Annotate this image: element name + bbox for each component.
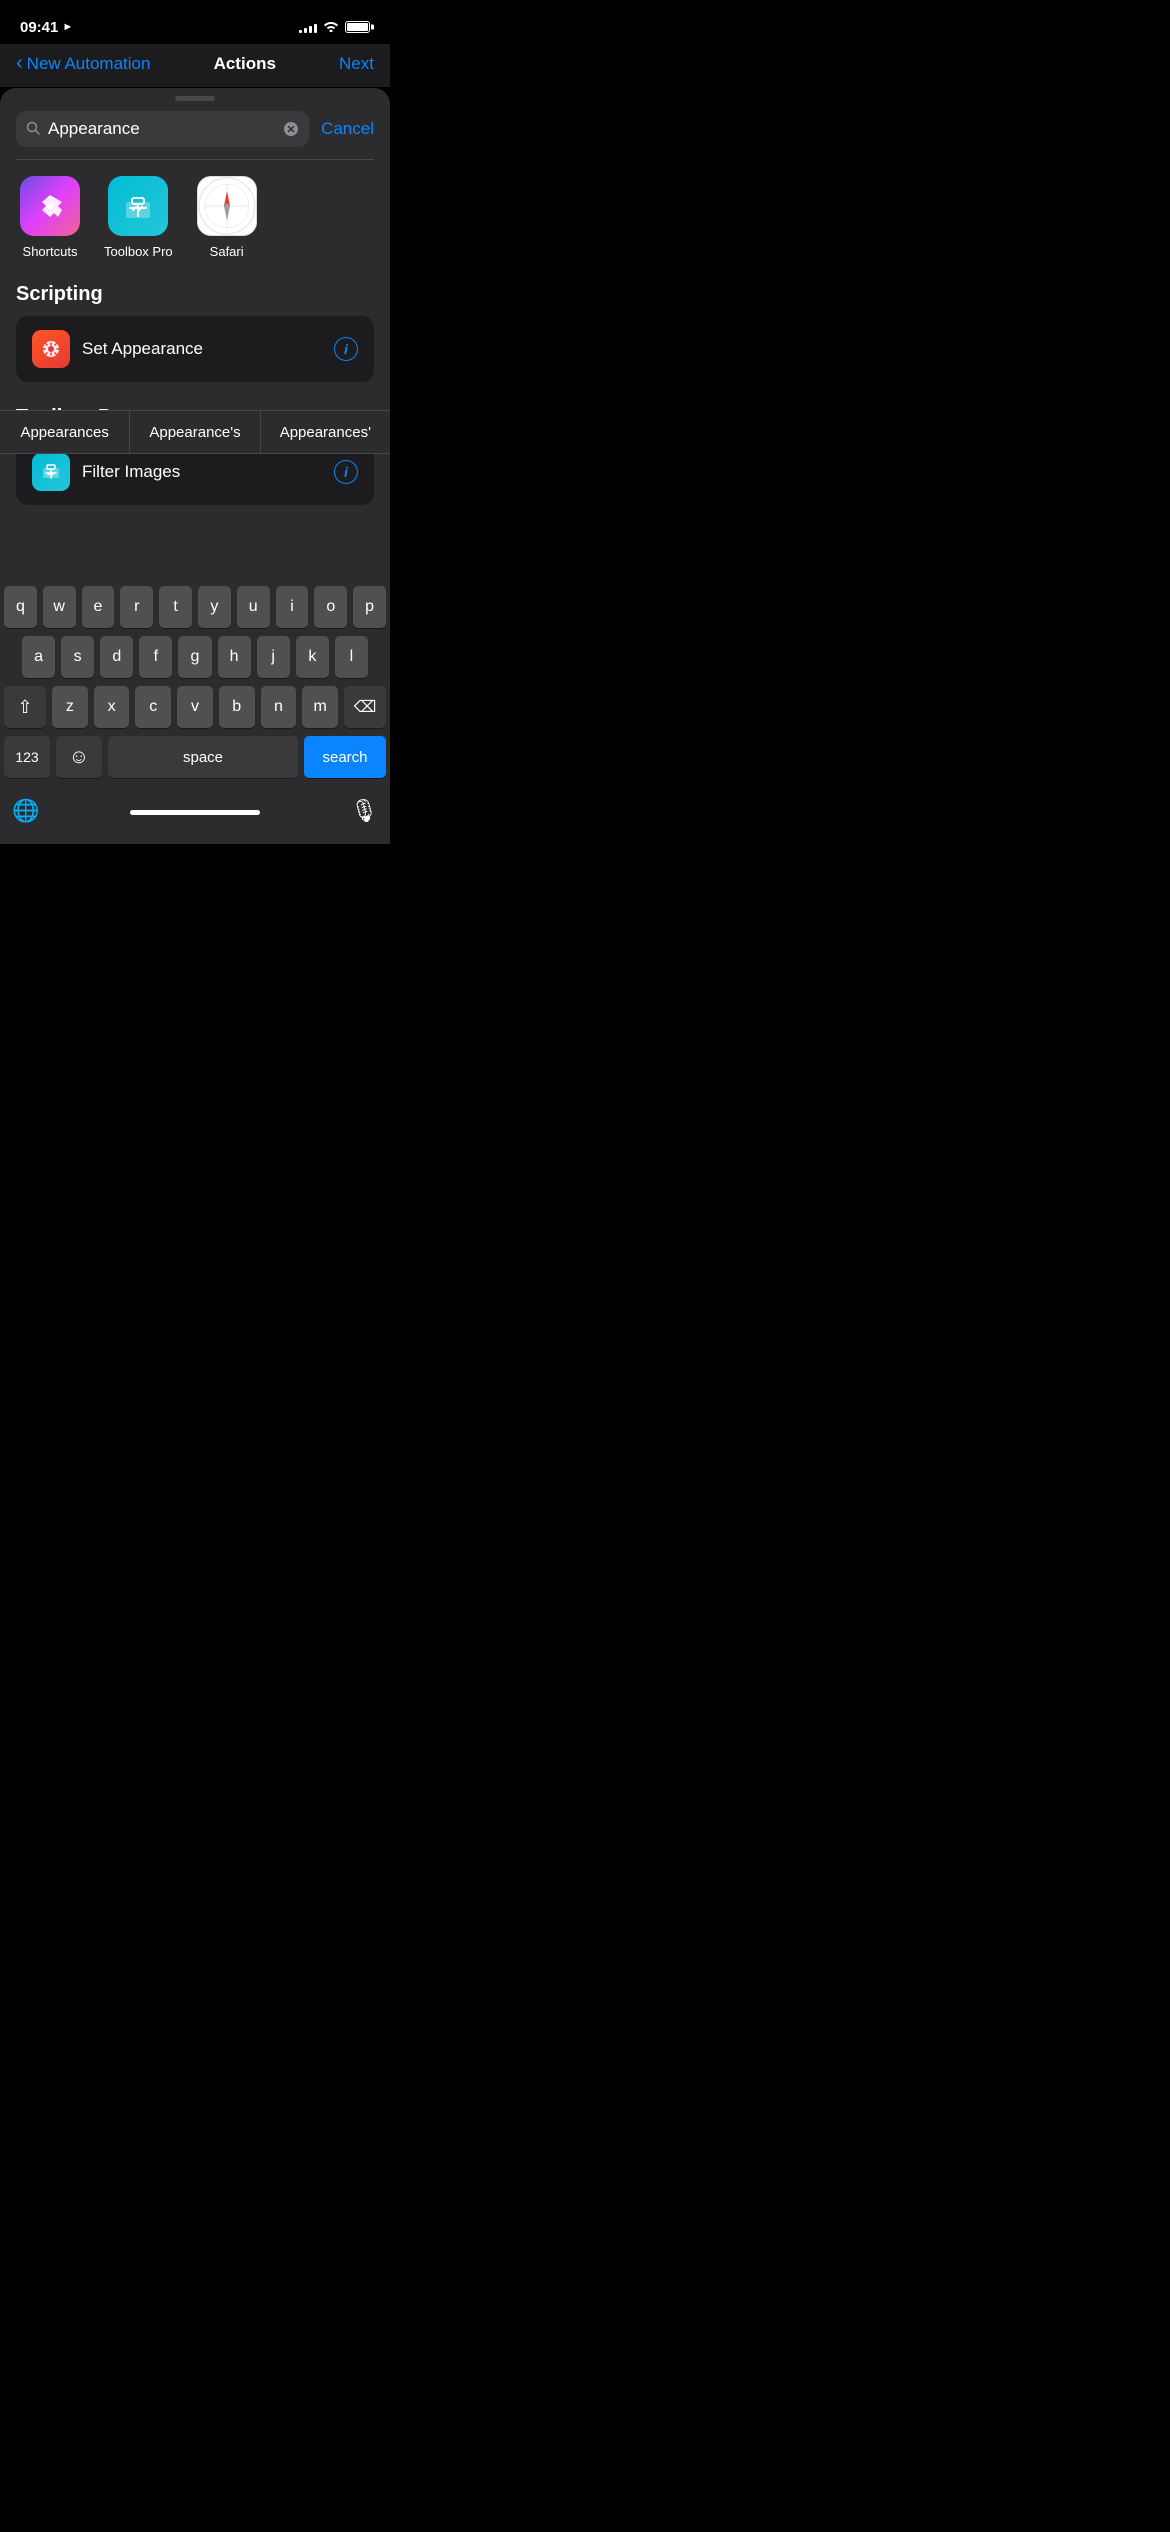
home-indicator: [130, 810, 260, 815]
autocomplete-row: Appearances Appearance's Appearances': [0, 410, 390, 454]
mic-key[interactable]: 🎙: [350, 790, 378, 832]
page-title: Actions: [214, 54, 276, 74]
wifi-icon: [323, 20, 339, 35]
location-icon: ►: [62, 21, 73, 33]
toolbox-icon: [108, 176, 168, 236]
key-d[interactable]: d: [100, 636, 133, 678]
safari-icon: [197, 176, 257, 236]
signal-bar-1: [299, 30, 302, 33]
key-y[interactable]: y: [198, 586, 231, 628]
key-j[interactable]: j: [257, 636, 290, 678]
autocomplete-appearances-apos[interactable]: Appearances': [261, 411, 390, 453]
keyboard-row-1: q w e r t y u i o p: [4, 586, 386, 628]
key-o[interactable]: o: [314, 586, 347, 628]
back-button[interactable]: ‹ New Automation: [16, 52, 150, 75]
filter-images-icon: [32, 453, 70, 491]
shift-key[interactable]: ⇧: [4, 686, 46, 728]
toolbox-label: Toolbox Pro: [104, 244, 173, 259]
set-appearance-row[interactable]: Set Appearance i: [16, 316, 374, 382]
key-f[interactable]: f: [139, 636, 172, 678]
filter-images-info-button[interactable]: i: [334, 460, 358, 484]
key-e[interactable]: e: [82, 586, 115, 628]
set-appearance-info-button[interactable]: i: [334, 337, 358, 361]
key-u[interactable]: u: [237, 586, 270, 628]
search-input-wrap[interactable]: [16, 111, 309, 147]
status-bar: 09:41 ►: [0, 0, 390, 44]
status-icons: [299, 20, 370, 35]
battery-icon: [345, 21, 370, 33]
app-shortcuts[interactable]: Shortcuts: [20, 176, 80, 259]
key-n[interactable]: n: [261, 686, 297, 728]
key-z[interactable]: z: [52, 686, 88, 728]
set-appearance-icon: [32, 330, 70, 368]
key-i[interactable]: i: [276, 586, 309, 628]
safari-label: Safari: [210, 244, 244, 259]
scripting-section-header: Scripting: [0, 275, 390, 316]
keyboard: q w e r t y u i o p a s d f g h j k l ⇧ …: [0, 578, 390, 844]
signal-bars: [299, 21, 317, 33]
search-input[interactable]: [48, 119, 275, 139]
filter-images-name: Filter Images: [82, 462, 180, 482]
key-m[interactable]: m: [302, 686, 338, 728]
nav-bar: ‹ New Automation Actions Next: [0, 44, 390, 87]
keyboard-row-4: 123 ☺ space search: [4, 736, 386, 778]
signal-bar-2: [304, 28, 307, 33]
keyboard-bottom-row: 🌐 🎙: [4, 786, 386, 840]
key-k[interactable]: k: [296, 636, 329, 678]
shortcuts-label: Shortcuts: [23, 244, 78, 259]
number-key[interactable]: 123: [4, 736, 50, 778]
key-q[interactable]: q: [4, 586, 37, 628]
status-time: 09:41 ►: [20, 19, 73, 36]
clear-button[interactable]: [283, 121, 299, 137]
key-s[interactable]: s: [61, 636, 94, 678]
key-h[interactable]: h: [218, 636, 251, 678]
search-key[interactable]: search: [304, 736, 386, 778]
key-p[interactable]: p: [353, 586, 386, 628]
key-c[interactable]: c: [135, 686, 171, 728]
signal-bar-3: [309, 26, 312, 33]
key-g[interactable]: g: [178, 636, 211, 678]
keyboard-row-3: ⇧ z x c v b n m ⌫: [4, 686, 386, 728]
battery-fill: [347, 23, 368, 31]
apps-row: Shortcuts Toolbox Pro: [0, 160, 390, 275]
search-container: Cancel: [0, 111, 390, 159]
next-button[interactable]: Next: [339, 54, 374, 74]
search-icon: [26, 121, 40, 138]
delete-key[interactable]: ⌫: [344, 686, 386, 728]
shortcuts-icon: [20, 176, 80, 236]
keyboard-row-2: a s d f g h j k l: [4, 636, 386, 678]
emoji-key[interactable]: ☺: [56, 736, 102, 778]
key-x[interactable]: x: [94, 686, 130, 728]
back-label[interactable]: New Automation: [27, 54, 151, 74]
globe-key[interactable]: 🌐: [12, 790, 39, 832]
sheet-handle: [175, 96, 215, 101]
autocomplete-appearances[interactable]: Appearances: [0, 411, 130, 453]
set-appearance-name: Set Appearance: [82, 339, 203, 359]
key-l[interactable]: l: [335, 636, 368, 678]
cancel-button[interactable]: Cancel: [321, 119, 374, 139]
time-display: 09:41: [20, 19, 58, 36]
key-w[interactable]: w: [43, 586, 76, 628]
autocomplete-appearances-possessive[interactable]: Appearance's: [130, 411, 260, 453]
back-chevron-icon: ‹: [16, 52, 23, 75]
key-a[interactable]: a: [22, 636, 55, 678]
key-r[interactable]: r: [120, 586, 153, 628]
key-t[interactable]: t: [159, 586, 192, 628]
key-v[interactable]: v: [177, 686, 213, 728]
signal-bar-4: [314, 24, 317, 33]
key-b[interactable]: b: [219, 686, 255, 728]
app-toolbox[interactable]: Toolbox Pro: [104, 176, 173, 259]
app-safari[interactable]: Safari: [197, 176, 257, 259]
space-key[interactable]: space: [108, 736, 298, 778]
